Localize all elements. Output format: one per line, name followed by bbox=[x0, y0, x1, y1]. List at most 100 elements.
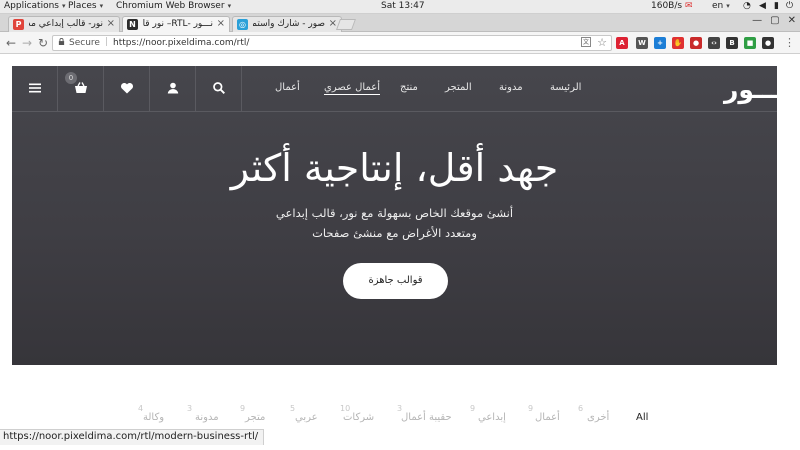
url-text: https://noor.pixeldima.com/rtl/ bbox=[113, 38, 250, 48]
site-header: 0 الرئيسة مدونة المتجر منتج أعمال عصري أ… bbox=[12, 66, 788, 112]
minimize-icon[interactable]: — bbox=[752, 15, 762, 26]
address-bar[interactable]: Secure | https://noor.pixeldima.com/rtl/… bbox=[52, 35, 612, 51]
filter-count: 9 bbox=[240, 404, 246, 413]
extension-wordpress-icon[interactable]: W bbox=[636, 37, 648, 49]
new-tab-button[interactable] bbox=[335, 19, 357, 30]
filter-store[interactable]: متجر bbox=[245, 412, 265, 423]
hero-subtitle-line-2: ومتعدد الأغراض مع منشئ صفحات bbox=[312, 226, 477, 240]
browser-tab-1[interactable]: P نور- قالب إبداعي مد × bbox=[8, 16, 120, 32]
maximize-icon[interactable]: ▢ bbox=[770, 15, 779, 26]
filter-blog[interactable]: مدونة bbox=[195, 412, 219, 423]
filter-count: 9 bbox=[470, 404, 476, 413]
hero-subtitle-line-1: أنشئ موقعك الخاص بسهولة مع نور، قالب إبد… bbox=[275, 206, 514, 220]
nav-item-blog[interactable]: مدونة bbox=[499, 82, 523, 93]
extension-tomato-icon[interactable]: ● bbox=[690, 37, 702, 49]
hamburger-icon bbox=[29, 83, 41, 93]
tab-title: صور - شارك واستما bbox=[253, 19, 325, 29]
tab-title: نور- قالب إبداعي مد bbox=[29, 19, 103, 29]
chevron-down-icon: ▾ bbox=[227, 2, 232, 10]
lock-icon bbox=[58, 38, 65, 45]
extension-hand-icon[interactable]: ✋ bbox=[672, 37, 684, 49]
portfolio-filter-bar: All أخرى 6 أعمال 9 إبداعي 9 حقيبة أعمال … bbox=[0, 404, 800, 428]
power-icon[interactable]: ⏻ bbox=[786, 1, 793, 11]
extension-adblock-icon[interactable]: A bbox=[616, 37, 628, 49]
back-arrow-icon[interactable]: ← bbox=[6, 36, 16, 50]
filter-count: 3 bbox=[187, 404, 193, 413]
volume-icon[interactable]: ◀ bbox=[759, 1, 766, 11]
filter-creative[interactable]: إبداعي bbox=[478, 412, 506, 423]
extension-green-icon[interactable]: ■ bbox=[744, 37, 756, 49]
close-tab-icon[interactable]: × bbox=[217, 18, 225, 29]
filter-count: 4 bbox=[138, 404, 144, 413]
hero-headline: جهد أقل، إنتاجية أكثر bbox=[230, 146, 559, 190]
applications-label: Applications bbox=[4, 1, 59, 11]
link-status-bubble: https://noor.pixeldima.com/rtl/modern-bu… bbox=[0, 429, 265, 445]
chevron-down-icon: ▾ bbox=[99, 2, 104, 10]
translate-icon[interactable]: 文 bbox=[581, 37, 591, 47]
browser-tab-3[interactable]: ◎ صور - شارك واستما × bbox=[232, 16, 342, 32]
reload-icon[interactable]: ↻ bbox=[38, 36, 48, 50]
chevron-down-icon: ▾ bbox=[61, 2, 66, 10]
language-indicator[interactable]: en ▾ bbox=[712, 1, 730, 11]
nav-item-product[interactable]: منتج bbox=[400, 82, 418, 93]
divider: | bbox=[105, 37, 109, 47]
extension-code-icon[interactable]: ‹› bbox=[708, 37, 720, 49]
filter-agency[interactable]: وكالة bbox=[143, 412, 164, 423]
filter-count: 5 bbox=[290, 404, 296, 413]
wifi-icon[interactable]: ◔ bbox=[743, 1, 751, 11]
filter-other[interactable]: أخرى bbox=[587, 412, 609, 423]
clock[interactable]: Sat 13:47 bbox=[381, 1, 425, 11]
browser-menu-icon[interactable]: ⋮ bbox=[784, 36, 795, 49]
secure-label: Secure bbox=[69, 38, 100, 48]
ready-templates-button[interactable]: قوالب جاهزة bbox=[343, 263, 448, 299]
filter-count: 10 bbox=[340, 404, 351, 413]
extension-plus-icon[interactable]: + bbox=[654, 37, 666, 49]
nav-item-home[interactable]: الرئيسة bbox=[550, 82, 581, 93]
browser-tab-2[interactable]: N نـــور -RTL– نور قا × bbox=[122, 16, 230, 32]
nav-item-portfolio[interactable]: أعمال bbox=[275, 82, 300, 93]
account-button[interactable] bbox=[150, 66, 196, 112]
network-speed: 160B/s bbox=[651, 1, 683, 11]
nav-item-shop[interactable]: المتجر bbox=[445, 82, 472, 93]
chevron-down-icon: ▾ bbox=[726, 2, 730, 10]
hero-section: 0 الرئيسة مدونة المتجر منتج أعمال عصري أ… bbox=[12, 66, 788, 365]
bookmark-star-icon[interactable]: ☆ bbox=[597, 36, 607, 49]
close-window-icon[interactable]: ✕ bbox=[788, 15, 796, 26]
filter-business[interactable]: أعمال bbox=[535, 412, 560, 423]
language-label: en bbox=[712, 1, 724, 11]
tab-favicon-icon: N bbox=[127, 19, 138, 30]
forward-arrow-icon[interactable]: → bbox=[22, 36, 32, 50]
site-logo[interactable]: نـــور bbox=[724, 75, 789, 104]
filter-all[interactable]: All bbox=[636, 412, 648, 423]
nav-item-modern-portfolio[interactable]: أعمال عصري bbox=[324, 82, 381, 95]
extension-dark-icon[interactable]: ● bbox=[762, 37, 774, 49]
tab-title: نـــور -RTL– نور قا bbox=[143, 19, 213, 29]
hamburger-menu-button[interactable] bbox=[12, 66, 58, 112]
filter-count: 9 bbox=[528, 404, 534, 413]
user-icon bbox=[167, 82, 179, 94]
basket-icon bbox=[75, 82, 87, 93]
browser-toolbar: ← → ↻ Secure | https://noor.pixeldima.co… bbox=[0, 32, 800, 54]
extension-b-icon[interactable]: B bbox=[726, 37, 738, 49]
applications-menu[interactable]: Applications ▾ bbox=[4, 1, 66, 11]
close-tab-icon[interactable]: × bbox=[107, 18, 115, 29]
tab-favicon-icon: P bbox=[13, 19, 24, 30]
gmail-tray-icon[interactable]: ✉ bbox=[685, 1, 693, 11]
filter-companies[interactable]: شركات bbox=[343, 412, 374, 423]
os-top-bar: Applications ▾ Places ▾ Chromium Web Brows… bbox=[0, 0, 800, 14]
filter-count: 6 bbox=[578, 404, 584, 413]
search-icon bbox=[213, 82, 225, 94]
filter-arabic[interactable]: عربي bbox=[295, 412, 318, 423]
browser-app-label: Chromium Web Browser bbox=[116, 1, 225, 11]
filter-portfolio-bag[interactable]: حقيبة أعمال bbox=[401, 412, 452, 423]
places-label: Places bbox=[68, 1, 97, 11]
browser-app-menu[interactable]: Chromium Web Browser ▾ bbox=[116, 1, 231, 11]
tab-strip: P نور- قالب إبداعي مد × N نـــور -RTL– ن… bbox=[0, 14, 800, 32]
wishlist-button[interactable] bbox=[104, 66, 150, 112]
battery-icon[interactable]: ▮ bbox=[774, 1, 779, 11]
cart-button[interactable]: 0 bbox=[58, 66, 104, 112]
window-controls: — ▢ ✕ bbox=[744, 15, 796, 26]
search-button[interactable] bbox=[196, 66, 242, 112]
tab-favicon-icon: ◎ bbox=[237, 19, 248, 30]
places-menu[interactable]: Places ▾ bbox=[68, 1, 103, 11]
